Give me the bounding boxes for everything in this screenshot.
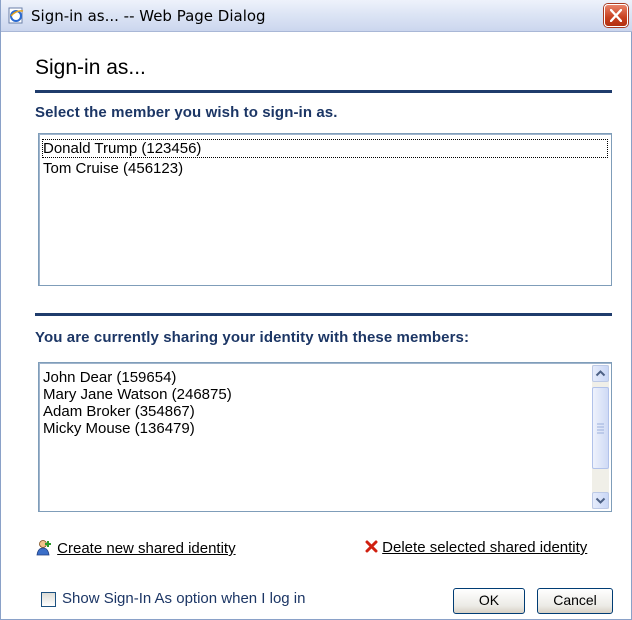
delete-identity-row: Delete selected shared identity — [365, 539, 587, 556]
chevron-up-icon — [595, 370, 606, 377]
create-identity-link[interactable]: Create new shared identity — [57, 540, 235, 557]
close-icon — [610, 9, 622, 22]
list-item[interactable]: Donald Trump (123456) — [42, 139, 608, 158]
list-item[interactable]: Tom Cruise (456123) — [43, 160, 183, 177]
grip-icon — [597, 423, 604, 434]
list-item[interactable]: Micky Mouse (136479) — [43, 420, 195, 437]
dialog-window: Sign-in as... -- Web Page Dialog Sign-in… — [0, 0, 632, 620]
show-option-checkbox[interactable] — [41, 592, 56, 607]
show-option-label[interactable]: Show Sign-In As option when I log in — [62, 590, 306, 607]
ok-button[interactable]: OK — [453, 588, 525, 614]
list-item[interactable]: John Dear (159654) — [43, 369, 176, 386]
sharing-label: You are currently sharing your identity … — [35, 329, 470, 346]
close-button[interactable] — [604, 4, 628, 27]
create-identity-row: Create new shared identity — [35, 539, 236, 557]
dialog-heading: Sign-in as... — [35, 56, 146, 79]
scroll-up-button[interactable] — [592, 365, 609, 382]
scroll-thumb[interactable] — [592, 387, 609, 469]
scroll-down-button[interactable] — [592, 492, 609, 509]
shared-members-listbox[interactable]: John Dear (159654) Mary Jane Watson (246… — [38, 362, 612, 512]
vertical-scrollbar[interactable] — [592, 365, 609, 509]
add-user-icon — [36, 540, 51, 556]
list-item[interactable]: Adam Broker (354867) — [43, 403, 195, 420]
delete-x-icon — [365, 540, 378, 553]
cancel-button[interactable]: Cancel — [537, 588, 613, 614]
select-member-label: Select the member you wish to sign-in as… — [35, 104, 338, 121]
chevron-down-icon — [595, 497, 606, 504]
member-listbox[interactable]: Donald Trump (123456) Tom Cruise (456123… — [38, 133, 612, 286]
heading-divider — [35, 90, 612, 93]
ie-page-icon — [8, 7, 25, 24]
section-divider — [35, 313, 612, 316]
title-bar: Sign-in as... -- Web Page Dialog — [1, 0, 632, 32]
window-title: Sign-in as... -- Web Page Dialog — [31, 7, 266, 25]
list-item[interactable]: Mary Jane Watson (246875) — [43, 386, 232, 403]
delete-identity-link[interactable]: Delete selected shared identity — [382, 539, 587, 556]
